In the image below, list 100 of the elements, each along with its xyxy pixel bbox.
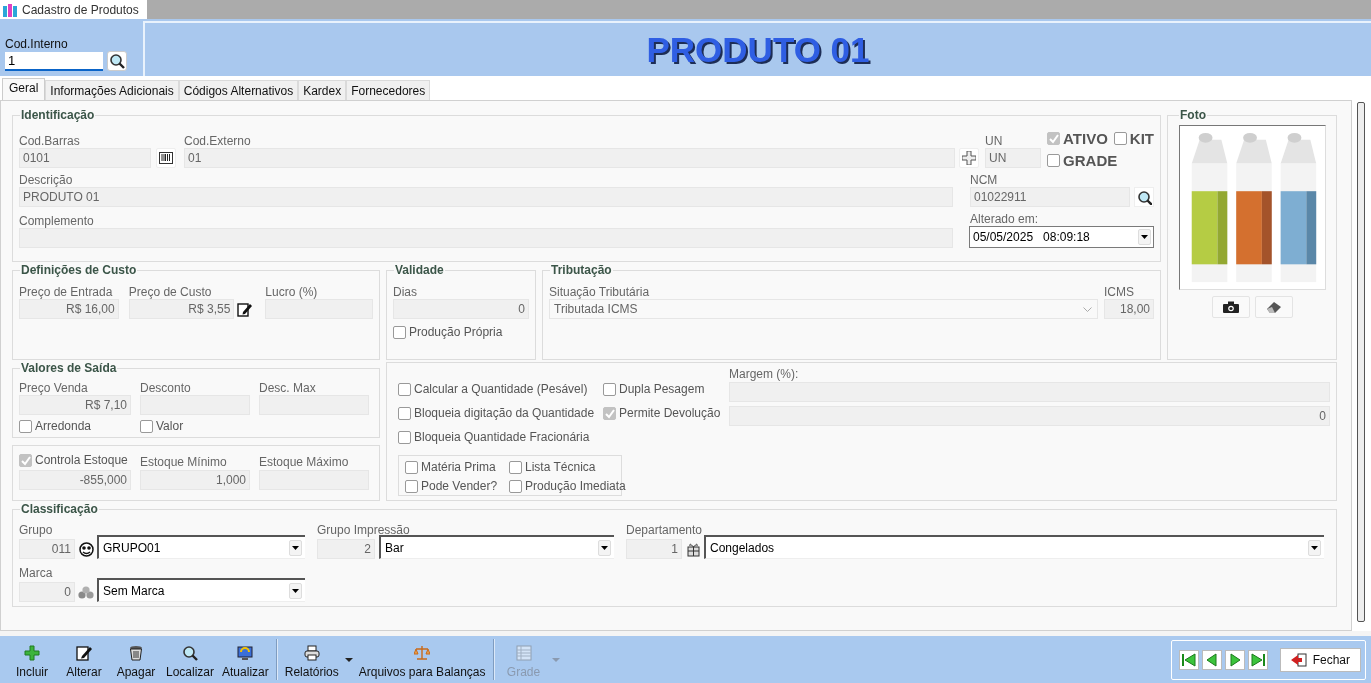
add-button[interactable] [959, 148, 980, 168]
tab[interactable]: Kardex [298, 80, 347, 100]
dropdown-value: Bar [385, 540, 404, 555]
text-field[interactable]: R$ 3,55 [128, 299, 235, 319]
camera-button[interactable] [1211, 296, 1250, 318]
checkbox[interactable] [603, 406, 616, 420]
checkbox[interactable] [19, 453, 32, 467]
text-field[interactable]: R$ 16,00 [19, 299, 119, 319]
checkbox[interactable] [393, 325, 406, 339]
code-field[interactable]: 0 [19, 582, 75, 602]
toolbar-button[interactable]: Atualizar [218, 636, 273, 683]
window-tab[interactable]: Cadastro de Produtos [0, 0, 147, 19]
dropdown-button[interactable] [1308, 539, 1321, 556]
edit-icon [236, 301, 252, 317]
dropdown-field[interactable]: Bar [379, 535, 614, 559]
plus-icon [962, 151, 977, 165]
code-field[interactable]: 2 [317, 539, 375, 559]
toolbar-button[interactable]: Alterar [58, 636, 110, 683]
tab[interactable]: Geral [2, 78, 46, 100]
code-field[interactable]: 1 [626, 539, 682, 559]
dropdown-value: Tributada ICMS [554, 302, 638, 316]
text-field[interactable]: R$ 7,10 [19, 395, 131, 415]
checkbox[interactable] [140, 419, 153, 433]
text-field[interactable]: 01022911 [970, 187, 1130, 207]
text-field[interactable]: 0 [393, 299, 529, 319]
field-label: Cod.Barras [19, 134, 81, 148]
checkbox-label: KIT [1129, 129, 1154, 147]
scale-icon [414, 644, 431, 661]
toolbar-button[interactable]: Relatórios [280, 636, 343, 683]
dropdown-field[interactable]: Sem Marca [97, 578, 305, 602]
text-field[interactable]: UN [985, 148, 1042, 168]
checkbox[interactable] [398, 382, 411, 396]
dropdown-field[interactable]: GRUPO01 [97, 535, 305, 559]
text-field[interactable]: -855,000 [19, 470, 131, 490]
field-label: Cod.Externo [184, 134, 252, 148]
checkbox[interactable] [1047, 131, 1061, 145]
checkbox[interactable] [398, 430, 411, 444]
eraser-button[interactable] [1254, 296, 1293, 318]
field-label: Descrição [19, 173, 74, 187]
checkbox[interactable] [509, 479, 522, 493]
field-label: Grupo [19, 523, 54, 537]
text-field[interactable]: 1,000 [140, 470, 250, 490]
scrollbar[interactable] [1357, 102, 1365, 622]
barcode-button[interactable] [156, 148, 176, 168]
field-label: Preço Venda [19, 381, 89, 395]
checkbox[interactable] [398, 406, 411, 420]
dropdown-value: GRUPO01 [103, 540, 161, 555]
checkbox-label: Produção Própria [409, 325, 503, 339]
camera-icon [1222, 301, 1239, 313]
dropdown-button[interactable] [289, 539, 302, 556]
toolbar-button[interactable]: Arquivos para Balanças [354, 636, 490, 683]
date-field[interactable]: 05/05/2025 08:09:18 [969, 226, 1154, 248]
toolbar-button[interactable]: Incluir [6, 636, 58, 683]
search-button[interactable] [107, 51, 127, 71]
field-label: Desc. Max [259, 381, 317, 395]
navigation-button[interactable] [1201, 650, 1222, 670]
icon-button[interactable] [76, 539, 96, 559]
checkbox[interactable] [1047, 153, 1061, 167]
text-field[interactable]: PRODUTO 01 [19, 187, 953, 207]
checkbox[interactable] [405, 460, 418, 474]
stones-icon [78, 585, 94, 599]
checkbox[interactable] [1113, 131, 1127, 145]
navigation-button[interactable] [1178, 650, 1199, 670]
toolbar-button[interactable]: Localizar [162, 636, 219, 683]
code-input-field[interactable]: 1 [5, 52, 103, 71]
text-field[interactable]: 0101 [19, 148, 151, 168]
checkbox-label: Arredonda [35, 419, 92, 433]
navigation-button[interactable] [1247, 650, 1268, 670]
dropdown-button[interactable] [598, 539, 611, 556]
text-field[interactable]: 01 [184, 148, 956, 168]
checkbox[interactable] [603, 382, 616, 396]
dropdown-button[interactable] [1138, 229, 1151, 245]
dropdown-button[interactable] [289, 582, 302, 599]
tab[interactable]: Informações Adicionais [45, 80, 179, 100]
toolbar-button[interactable]: Apagar [110, 636, 162, 683]
checkbox[interactable] [19, 419, 32, 433]
refresh-icon [237, 644, 254, 661]
dropdown-field[interactable]: Tributada ICMS [549, 299, 1098, 319]
checkbox-label: Matéria Prima [421, 460, 496, 474]
field-label: Dias [393, 285, 418, 299]
dropdown-field[interactable]: Congelados [704, 535, 1324, 559]
text-field[interactable]: 0 [729, 406, 1330, 426]
field-label: Estoque Mínimo [140, 455, 228, 470]
code-field[interactable]: 011 [19, 539, 75, 559]
dropdown-value: Congelados [710, 540, 775, 555]
tab[interactable]: Fornecedores [346, 80, 431, 100]
field-label: Complemento [19, 214, 95, 228]
checkbox[interactable] [509, 460, 522, 474]
search-icon [1136, 189, 1152, 205]
search-icon [182, 644, 198, 661]
badge-icon [78, 541, 94, 557]
tab[interactable]: Códigos Alternativos [178, 80, 299, 100]
navigation-button[interactable] [1224, 650, 1245, 670]
caret-icon [292, 545, 299, 550]
close-button[interactable]: Fechar [1279, 648, 1361, 672]
checkbox-label: Valor [156, 419, 184, 433]
field-label: Desconto [140, 381, 192, 395]
dropdown-arrow[interactable] [344, 657, 353, 662]
text-field[interactable]: 18,00 [1104, 299, 1154, 319]
checkbox[interactable] [405, 479, 418, 493]
